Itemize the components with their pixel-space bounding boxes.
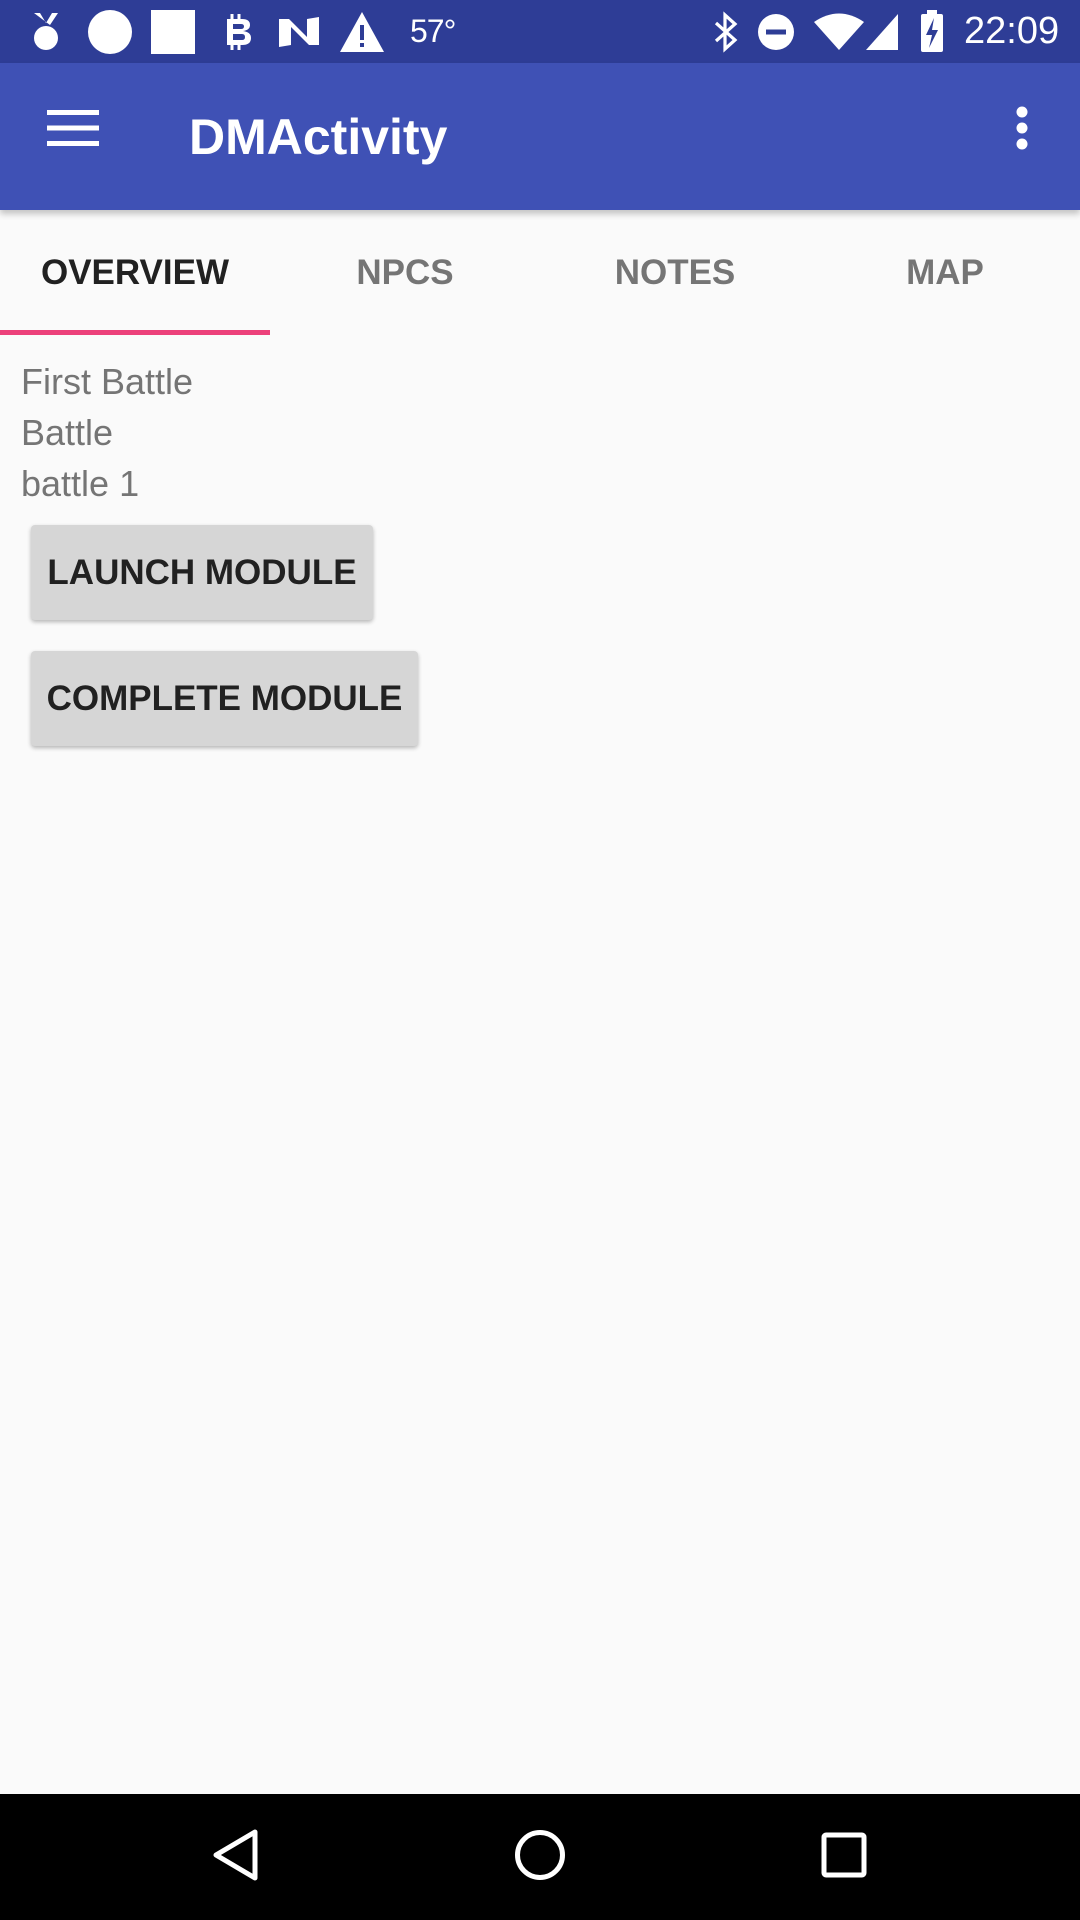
temperature-text: 57° (410, 13, 456, 49)
square-icon (150, 0, 196, 63)
back-icon (211, 1828, 261, 1887)
n-logo-icon (276, 0, 322, 63)
battery-charging-icon (918, 0, 946, 63)
navigation-bar (0, 1794, 1080, 1920)
home-icon (514, 1829, 566, 1886)
hamburger-menu-icon (47, 109, 99, 151)
screen: 57° 22:09 DMActivity OVERVIEW NPCS NOTES… (0, 0, 1080, 1920)
tab-map[interactable]: MAP (810, 210, 1080, 336)
more-vert-icon (1016, 106, 1028, 155)
module-type-text: Battle (21, 412, 114, 453)
recents-button[interactable] (804, 1817, 884, 1897)
warning-icon (338, 0, 386, 63)
menu-button[interactable] (34, 91, 112, 169)
complete-module-button[interactable]: COMPLETE MODULE (31, 651, 418, 746)
clock-text: 22:09 (964, 10, 1060, 52)
do-not-disturb-icon (756, 0, 796, 63)
wifi-icon (812, 0, 866, 63)
bluetooth-icon (712, 0, 740, 63)
tab-notes[interactable]: NOTES (540, 210, 810, 336)
medal-icon (28, 0, 64, 63)
tab-overview[interactable]: OVERVIEW (0, 210, 270, 336)
overflow-menu-button[interactable] (1000, 91, 1044, 169)
recents-icon (821, 1832, 867, 1883)
app-title: DMActivity (189, 108, 448, 165)
tab-bar: OVERVIEW NPCS NOTES MAP (0, 210, 1080, 336)
status-bar: 57° 22:09 (0, 0, 1080, 63)
bitcoin-icon (220, 0, 256, 63)
module-detail-text: battle 1 (21, 463, 140, 504)
tab-indicator (0, 330, 270, 335)
back-button[interactable] (196, 1817, 276, 1897)
module-name-text: First Battle (21, 361, 194, 402)
app-bar: DMActivity (0, 63, 1080, 210)
tab-npcs[interactable]: NPCS (270, 210, 540, 336)
cell-signal-icon (864, 0, 900, 63)
circle-icon (86, 0, 134, 63)
home-button[interactable] (500, 1817, 580, 1897)
launch-module-button[interactable]: LAUNCH MODULE (31, 525, 373, 620)
